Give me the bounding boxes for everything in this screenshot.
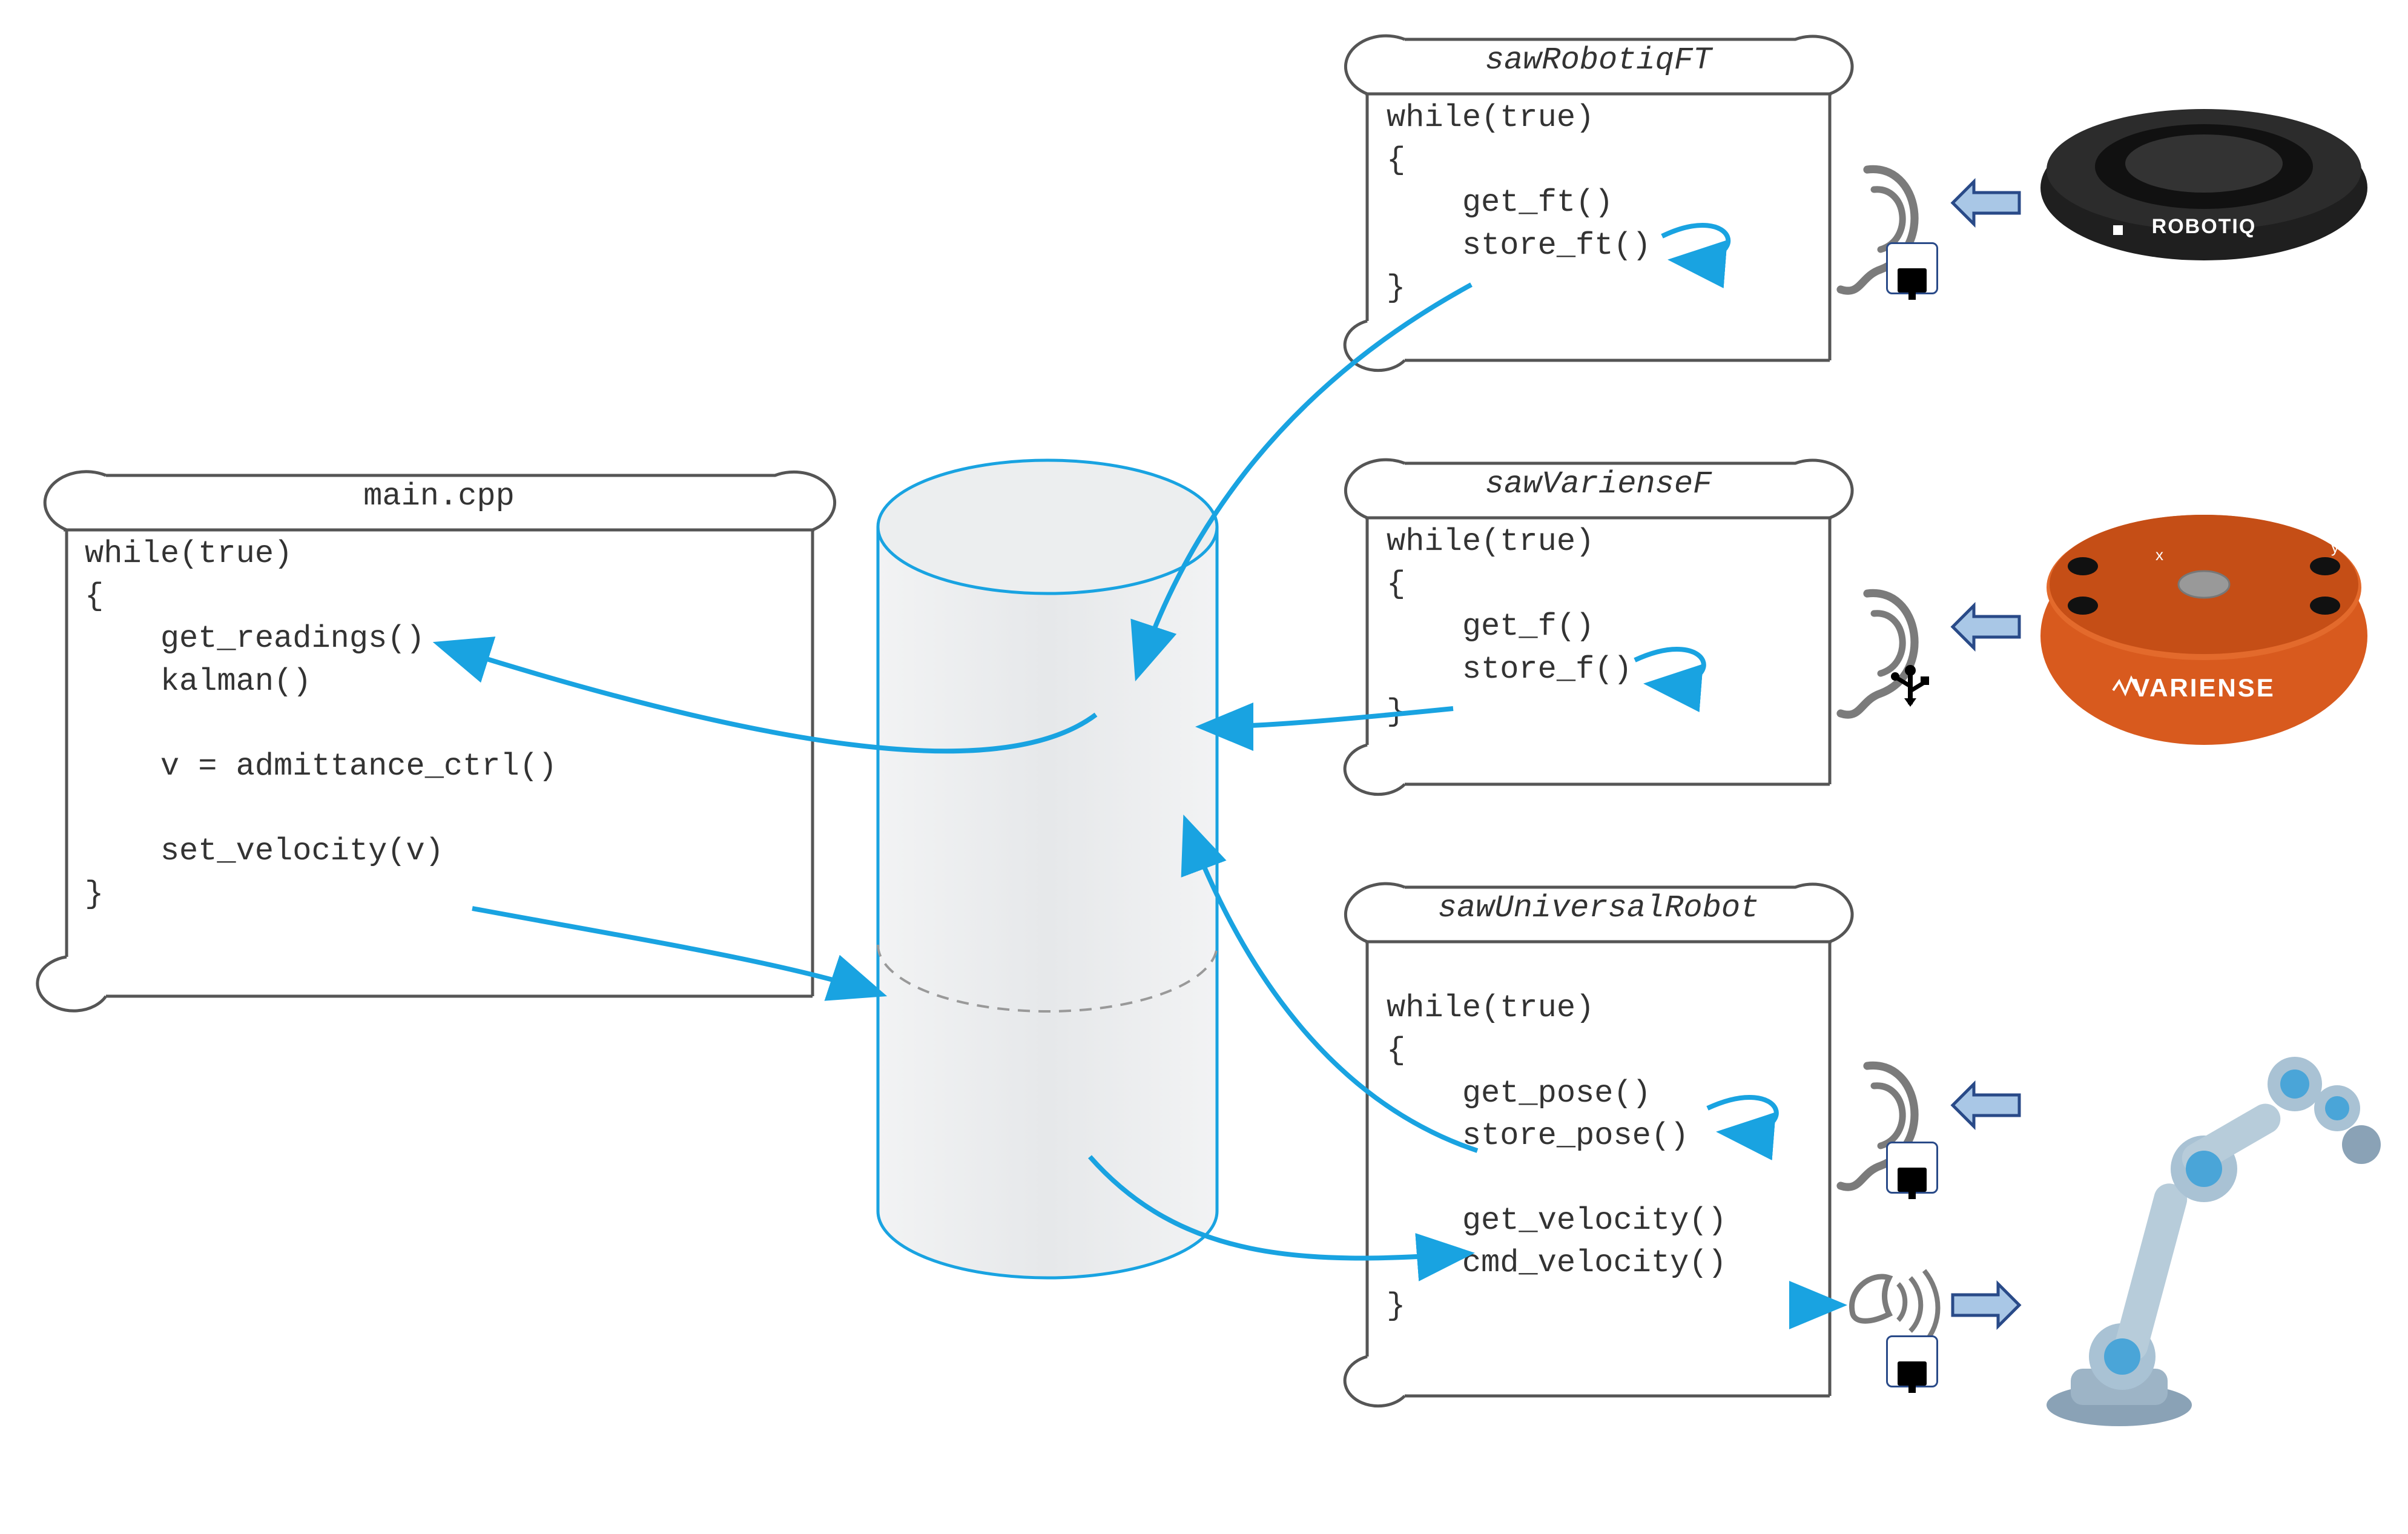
variense-code: while(true) { get_f() store_f() } [1368,509,1829,733]
variense-device-label: VARIENSE [2133,673,2275,702]
ethernet-icon [1886,1142,1938,1194]
code-line: while(true) [1387,524,1594,560]
main-title: main.cpp [67,472,811,521]
block-arrow-left [1953,182,2019,224]
ur-title: sawUniversalRobot [1368,884,1829,933]
variense-scroll: sawVarienseF while(true) { get_f() store… [1368,460,1829,787]
robotiq-code: while(true) { get_ft() store_ft() } [1368,85,1829,309]
code-line: } [1387,270,1405,306]
code-line: set_velocity(v) [85,833,444,869]
robotiq-device: ROBOTIQ [2034,103,2373,273]
code-line: { [1387,1033,1405,1068]
code-line: store_ft() [1387,228,1651,263]
ur-robot-device [2034,1030,2398,1441]
diagram-canvas: Shared Memory main.cpp while(true) { get… [0,0,2408,1534]
code-line: get_f() [1387,609,1594,644]
code-line: } [1387,694,1405,730]
main-scroll: main.cpp while(true) { get_readings() ka… [67,472,811,999]
svg-text:y: y [2331,538,2339,556]
code-line: get_ft() [1387,185,1613,220]
ur-scroll: sawUniversalRobot while(true) { get_pose… [1368,884,1829,1399]
code-line: store_f() [1387,652,1632,687]
code-line: { [1387,142,1405,178]
robotiq-device-label: ROBOTIQ [2152,215,2257,238]
code-line: { [1387,566,1405,602]
block-arrow-right [1953,1284,2019,1326]
robotiq-title: sawRobotiqFT [1368,36,1829,85]
code-line: get_velocity() [1387,1203,1727,1238]
ur-code: while(true) { get_pose() store_pose() ge… [1368,933,1829,1327]
code-line: } [1387,1288,1405,1324]
code-line: while(true) [1387,990,1594,1026]
code-line: } [85,876,104,912]
ethernet-icon [1886,242,1938,294]
code-line: get_readings() [85,621,425,656]
ethernet-icon [1886,1335,1938,1387]
code-line: store_pose() [1387,1118,1689,1154]
speak-icon [1852,1271,1938,1343]
code-line: cmd_velocity() [1387,1245,1727,1281]
usb-icon [1886,663,1935,712]
code-line: kalman() [85,664,311,699]
code-line: get_pose() [1387,1076,1651,1111]
code-line: v = admittance_ctrl() [85,749,557,784]
shared-memory-label: Shared Memory [935,587,1155,626]
code-line: while(true) [1387,100,1594,136]
robotiq-scroll: sawRobotiqFT while(true) { get_ft() stor… [1368,36,1829,363]
main-code: while(true) { get_readings() kalman() v … [67,521,811,916]
variense-title: sawVarienseF [1368,460,1829,509]
variense-device: x y VARIENSE [2034,515,2373,757]
code-line: while(true) [85,536,292,572]
svg-text:x: x [2156,546,2163,564]
shared-memory-cylinder [878,460,1217,1278]
block-arrow-left [1953,1084,2019,1126]
code-line: { [85,578,104,614]
block-arrow-left [1953,606,2019,648]
